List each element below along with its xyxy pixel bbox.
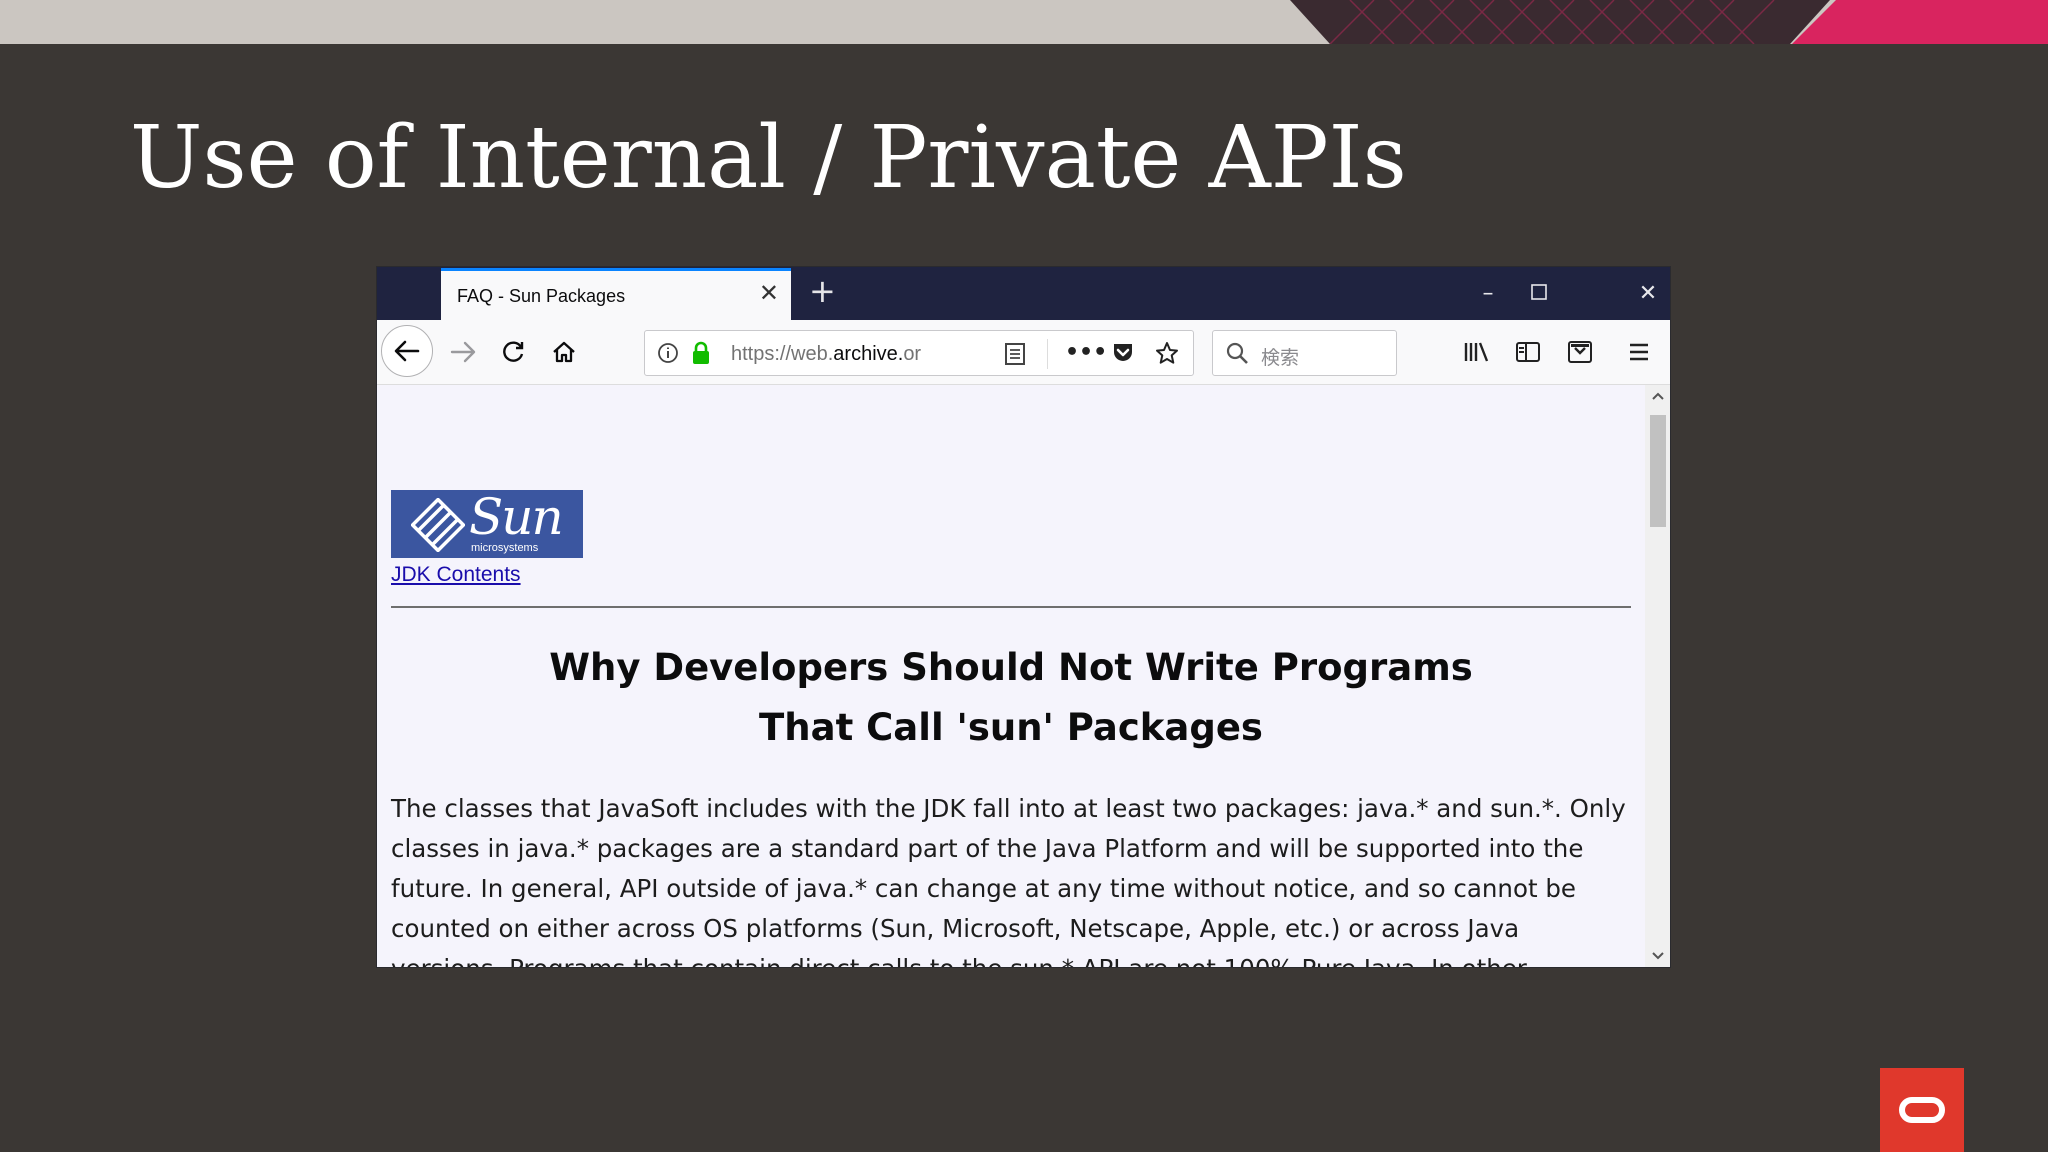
logo-subtitle: microsystems [471,542,539,554]
sidebar-icon[interactable] [1510,334,1546,370]
search-input[interactable]: 検索 [1212,330,1397,376]
tab-bar: FAQ - Sun Packages ✕ + – ✕ [377,267,1670,320]
horizontal-rule [391,606,1631,608]
tab-title: FAQ - Sun Packages [457,286,626,306]
back-arrow-icon[interactable] [381,325,433,377]
logo-word: Sun [469,490,564,546]
url-divider [1047,339,1048,369]
url-text[interactable]: https://web.archive.or [731,343,946,366]
page-actions-icon[interactable]: ••• [1065,340,1107,365]
scroll-thumb[interactable] [1650,415,1666,527]
forward-arrow-icon[interactable] [445,334,481,370]
search-placeholder: 検索 [1261,347,1300,369]
heading-line-1: Why Developers Should Not Write Programs [549,646,1473,689]
scroll-up-icon[interactable] [1651,389,1665,405]
search-icon [1225,341,1249,369]
top-accent-bar [1792,0,2048,44]
heading-line-2: That Call 'sun' Packages [759,706,1263,749]
new-tab-icon[interactable]: + [809,275,836,307]
oracle-logo [1880,1068,1964,1152]
article-paragraph: The classes that JavaSoft includes with … [391,794,1626,967]
reload-icon[interactable] [495,334,531,370]
article-heading: Why Developers Should Not Write Programs… [391,638,1631,758]
close-tab-icon[interactable]: ✕ [759,281,779,305]
library-icon[interactable] [1459,334,1495,370]
decorative-pattern [1290,0,1830,44]
navigation-toolbar: https://web.archive.or ••• 検索 [377,320,1670,385]
browser-tab[interactable]: FAQ - Sun Packages ✕ [441,268,791,320]
save-to-pocket-icon[interactable] [1562,334,1598,370]
pocket-icon[interactable] [1111,342,1135,368]
url-bar[interactable]: https://web.archive.or ••• [644,330,1194,376]
reader-view-icon[interactable] [1004,342,1026,370]
bookmark-star-icon[interactable] [1155,341,1179,369]
jdk-contents-link[interactable]: JDK Contents [391,563,521,587]
hamburger-menu-icon[interactable] [1621,334,1657,370]
minimize-icon[interactable]: – [1473,279,1503,309]
page-content: Sun microsystems JDK Contents Why Develo… [377,385,1645,967]
sun-microsystems-logo: Sun microsystems [391,490,583,558]
maximize-icon[interactable] [1524,279,1554,309]
info-icon[interactable] [657,342,679,368]
scroll-down-icon[interactable] [1651,949,1665,965]
vertical-scrollbar[interactable] [1645,385,1670,967]
lock-icon [691,341,711,369]
oracle-ring-icon [1899,1097,1945,1123]
close-window-icon[interactable]: ✕ [1633,279,1663,309]
home-icon[interactable] [546,334,582,370]
slide-title: Use of Internal / Private APIs [130,108,1407,208]
browser-window: FAQ - Sun Packages ✕ + – ✕ https://web.a… [377,267,1670,967]
